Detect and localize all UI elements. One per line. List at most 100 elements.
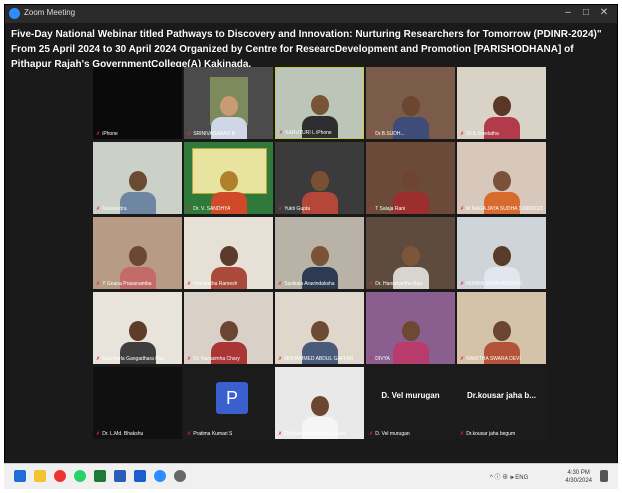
start-icon[interactable]	[14, 470, 26, 482]
participant-name-label: ✗ Dr.Sivaramakrishna Prasad	[278, 431, 345, 437]
participant-display-name: D. Vel murugan	[381, 391, 440, 400]
muted-mic-icon: ✗	[96, 431, 101, 437]
chrome-icon[interactable]	[54, 470, 66, 482]
participant-name: Yukti Gupta	[284, 206, 311, 212]
participant-tile[interactable]: ✗ Sasikala Aravindaksha	[275, 217, 364, 289]
participant-tile[interactable]: D. Vel murugan ✗ D. Vel murugan	[366, 367, 455, 439]
participant-name-label: ✗ D. Vel murugan	[369, 431, 410, 437]
participant-tile[interactable]: ✗ Yukti Gupta	[275, 142, 364, 214]
muted-mic-icon: ✗	[187, 206, 192, 212]
muted-mic-icon: ✗	[460, 281, 465, 287]
clock[interactable]: 4:30 PM 4/30/2024	[565, 469, 592, 485]
participant-name-label: ✗ KARUTURI L iPhone	[279, 130, 332, 136]
participant-name: Dr.K.Sreelatha	[466, 131, 499, 137]
outlook-icon[interactable]	[134, 470, 146, 482]
participant-name-label: ✗ Dr. Narasimha Chary	[187, 356, 240, 362]
participant-tile[interactable]: ✗ SRINIVASARAO B	[184, 67, 273, 139]
participant-tile[interactable]: ✗ DIVYA	[366, 292, 455, 364]
participant-tile[interactable]: P ✗ Pratima Kumari S	[184, 367, 273, 439]
windows-taskbar: ^ ⓘ ⊕ 🕪 ENG 4:30 PM 4/30/2024	[4, 463, 618, 489]
participant-name-label: ✗ Sasikala Aravindaksha	[278, 281, 335, 287]
zoom-icon[interactable]	[154, 470, 166, 482]
webinar-banner: Five-Day National Webinar titled Pathway…	[11, 29, 602, 70]
participant-tile[interactable]: ✗ Kancharla Gangadhara Rao	[93, 292, 182, 364]
file-explorer-icon[interactable]	[34, 470, 46, 482]
participant-name: Raveendra	[102, 206, 127, 212]
video-feed	[93, 367, 182, 439]
notifications-icon[interactable]	[600, 470, 608, 482]
participant-name: Dr.B.SUDH...	[375, 131, 405, 137]
participant-name: Dr.kousar jaha begum	[466, 431, 516, 437]
participant-tile[interactable]: Dr.kousar jaha b... ✗ Dr.kousar jaha begum	[457, 367, 546, 439]
participant-name-label: ✗ Kancharla Gangadhara Rao	[96, 356, 164, 362]
participant-name: Dr. Hanumantha Rao	[375, 281, 423, 287]
participant-name: Y Gnana Prasunamba	[102, 281, 152, 287]
muted-mic-icon: ✗	[187, 431, 192, 437]
participant-name: NUNNA SRINIVASARAO	[466, 281, 523, 287]
participant-tile[interactable]: ✗ NUNNA SRINIVASARAO	[457, 217, 546, 289]
participant-name-label: ✗ Pratima Kumari S	[187, 431, 232, 437]
gallery-grid: ✗ iPhone ✗ SRINIVASARAO B ✗ KARUTURI L iPhone…	[93, 67, 549, 442]
muted-mic-icon: ✗	[187, 356, 192, 362]
participant-tile[interactable]: ✗ Dr. V. SANDHYA	[184, 142, 273, 214]
participant-name: DIVYA	[375, 356, 390, 362]
participant-tile[interactable]: ✗ Dr.K.Sreelatha	[457, 67, 546, 139]
participant-name-label: ✗ T Salaja Rani	[369, 206, 405, 212]
muted-mic-icon: ✗	[278, 206, 283, 212]
participant-name: Pratima Kumari S	[193, 431, 233, 437]
participant-tile[interactable]: ✗ Y Gnana Prasunamba	[93, 217, 182, 289]
participant-display-name: Dr.kousar jaha b...	[467, 391, 536, 400]
zoom-window: Zoom Meeting – □ ✕ Five-Day National Web…	[4, 4, 618, 489]
maximize-button[interactable]: □	[579, 7, 593, 18]
participant-tile[interactable]: ✗ Dr. Hanumantha Rao	[366, 217, 455, 289]
excel-icon[interactable]	[94, 470, 106, 482]
muted-mic-icon: ✗	[187, 131, 192, 137]
system-tray[interactable]: ^ ⓘ ⊕ 🕪 ENG	[490, 472, 528, 482]
minimize-button[interactable]: –	[561, 7, 575, 18]
participant-name: Dr. Narasimha Chary	[193, 356, 240, 362]
participant-name-label: ✗ Raveendra	[96, 206, 127, 212]
participant-name: Sasikala Aravindaksha	[284, 281, 335, 287]
settings-icon[interactable]	[174, 470, 186, 482]
participant-tile[interactable]: ✗ T Salaja Rani	[366, 142, 455, 214]
muted-mic-icon: ✗	[369, 356, 374, 362]
participant-name: M NAGA JAYA SUDHA 12082002004	[466, 206, 543, 212]
participant-name-label: ✗ Hemalatha Ramesh	[187, 281, 237, 287]
participant-name-label: ✗ iPhone	[96, 131, 118, 137]
participant-tile[interactable]: ✗ Dr.Sivaramakrishna Prasad	[275, 367, 364, 439]
participant-tile[interactable]: ✗ M NAGA JAYA SUDHA 12082002004	[457, 142, 546, 214]
participant-tile[interactable]: ✗ Dr.B.SUDH...	[366, 67, 455, 139]
muted-mic-icon: ✗	[369, 131, 374, 137]
participant-name-label: ✗ Dr.K.Sreelatha	[460, 131, 499, 137]
participant-name-label: ✗ RAMITHA SWARA DEVI	[460, 356, 521, 362]
participant-tile[interactable]: ✗ KARUTURI L iPhone	[275, 67, 364, 139]
participant-tile[interactable]: ✗ Dr. L.Md. Bhakshu	[93, 367, 182, 439]
participant-tile[interactable]: ✗ MOHAMMED ABDUL GAFFAR	[275, 292, 364, 364]
participant-tile[interactable]: ✗ Dr. Narasimha Chary	[184, 292, 273, 364]
participant-video-person	[392, 321, 429, 364]
muted-mic-icon: ✗	[96, 206, 101, 212]
participant-name: D. Vel murugan	[375, 431, 410, 437]
muted-mic-icon: ✗	[460, 431, 465, 437]
muted-mic-icon: ✗	[96, 281, 101, 287]
clock-time: 4:30 PM	[567, 470, 590, 476]
participant-name: SRINIVASARAO B	[193, 131, 236, 137]
participant-tile[interactable]: ✗ Raveendra	[93, 142, 182, 214]
participant-name-label: ✗ DIVYA	[369, 356, 390, 362]
participant-name: Kancharla Gangadhara Rao	[102, 356, 165, 362]
muted-mic-icon: ✗	[369, 431, 374, 437]
muted-mic-icon: ✗	[369, 206, 374, 212]
participant-name-label: ✗ Dr. L.Md. Bhakshu	[96, 431, 143, 437]
video-feed	[93, 67, 182, 139]
participant-tile[interactable]: ✗ RAMITHA SWARA DEVI	[457, 292, 546, 364]
close-button[interactable]: ✕	[597, 7, 611, 18]
participant-name: Hemalatha Ramesh	[193, 281, 238, 287]
muted-mic-icon: ✗	[460, 206, 465, 212]
word-icon[interactable]	[114, 470, 126, 482]
participant-tile[interactable]: ✗ Hemalatha Ramesh	[184, 217, 273, 289]
muted-mic-icon: ✗	[460, 356, 465, 362]
muted-mic-icon: ✗	[279, 130, 284, 136]
whatsapp-icon[interactable]	[74, 470, 86, 482]
participant-name-label: ✗ Y Gnana Prasunamba	[96, 281, 152, 287]
participant-tile[interactable]: ✗ iPhone	[93, 67, 182, 139]
